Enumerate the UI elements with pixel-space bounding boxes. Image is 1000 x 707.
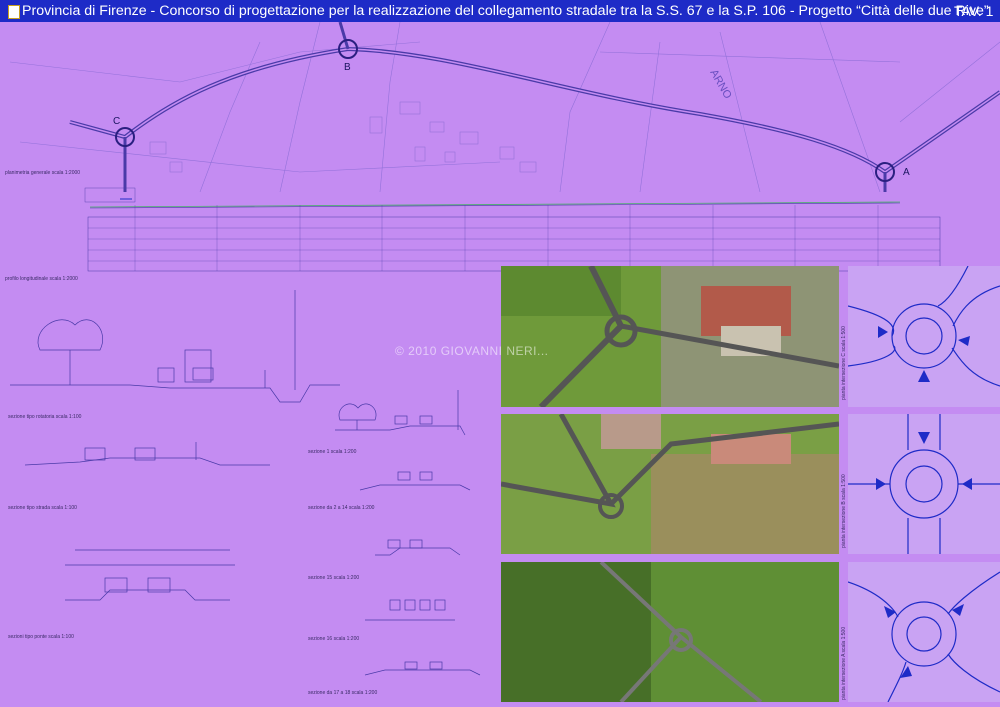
profile-caption: profilo longitudinale scala 1:2000	[5, 276, 78, 282]
province-logo-icon	[8, 5, 20, 19]
intersection-b-caption: pianta intersezione B scala 1:500	[841, 474, 847, 548]
aerial-photo-3	[501, 562, 839, 702]
intersection-b-detail	[848, 414, 1000, 554]
section-rotatoria-caption: sezione tipo rotatoria scala 1:100	[8, 414, 82, 420]
aerial-photo-2	[501, 414, 839, 554]
intersection-a-caption: pianta intersezione A scala 1:500	[841, 626, 847, 700]
section-2-14-caption: sezione da 2 a 14 scala 1:200	[308, 505, 375, 511]
plan-caption: planimetria generale scala 1:2000	[5, 170, 81, 176]
section-ponte-caption: sezioni tipo ponte scala 1:100	[8, 634, 74, 640]
point-c-label: C	[113, 116, 121, 127]
intersection-c-detail	[848, 266, 1000, 407]
intersection-c-caption: pianta intersezione C scala 1:500	[841, 326, 847, 400]
point-b-label: B	[344, 62, 351, 73]
title-bar: Provincia di Firenze - Concorso di proge…	[0, 0, 1000, 22]
section-17-18-caption: sezione da 17 a 18 scala 1:200	[308, 690, 378, 696]
sheet-number: TAV. 1	[954, 3, 994, 19]
intersection-a-detail	[848, 562, 1000, 702]
point-a-label: A	[903, 167, 910, 178]
tree-icon	[37, 319, 103, 385]
section-1-caption: sezione 1 scala 1:200	[308, 449, 357, 455]
aerial-photo-1	[501, 266, 839, 407]
section-15-caption: sezione 15 scala 1:200	[308, 575, 360, 581]
general-plan-drawing: ARNO	[9, 21, 1000, 193]
copyright-watermark: © 2010 GIOVANNI NERI...	[395, 344, 549, 358]
tree-icon-small	[338, 403, 377, 430]
sheet-title: Provincia di Firenze - Concorso di proge…	[22, 3, 989, 19]
section-16-caption: sezione 16 scala 1:200	[308, 636, 360, 642]
general-plan: ARNO C B A planimetria generale scala 1:…	[0, 21, 1000, 193]
section-strada-caption: sezione tipo strada scala 1:100	[8, 505, 77, 511]
